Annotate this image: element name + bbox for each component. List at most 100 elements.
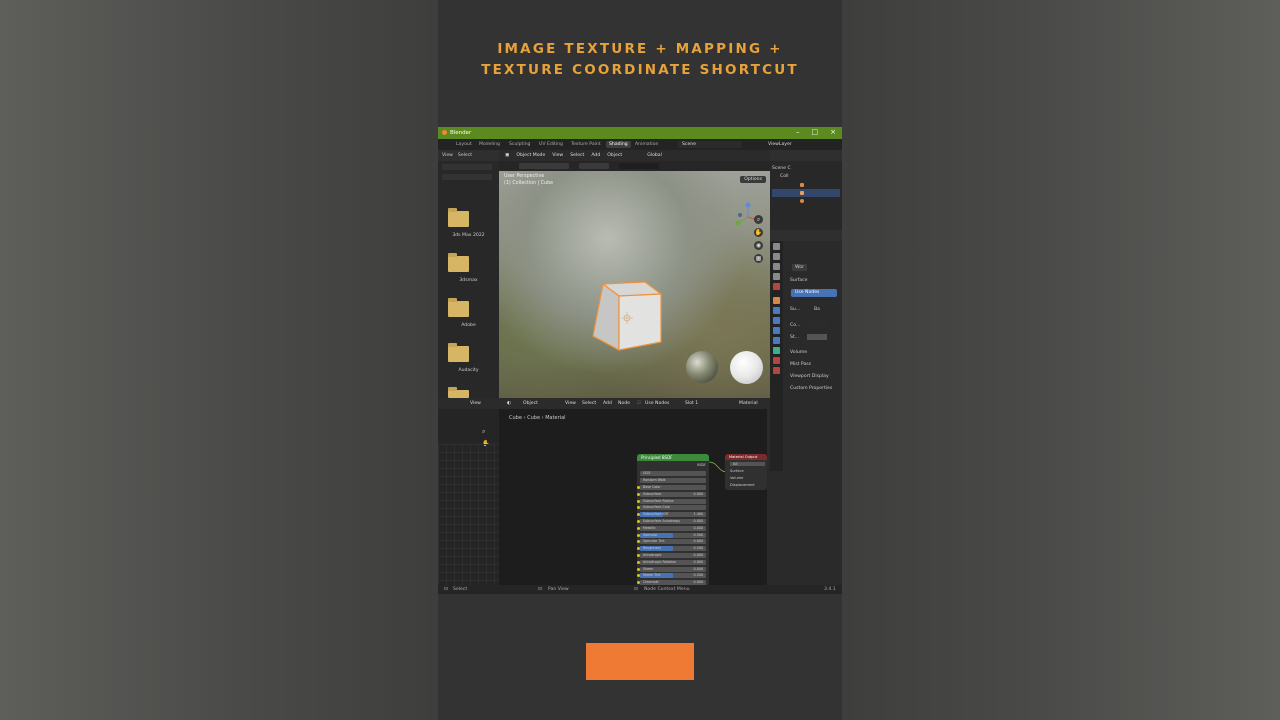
shader-node-editor[interactable]: ◐ Object View Select Add Node ☑ Use Node…	[499, 398, 770, 587]
select-mode-buttons[interactable]	[519, 163, 569, 169]
distribution-dropdown[interactable]: GGX	[640, 471, 706, 476]
tab-texture-paint[interactable]: Texture Paint	[571, 142, 601, 147]
editor-type-icon[interactable]: ▣	[505, 150, 509, 161]
bsdf-input-row[interactable]: Specular Tint 0.000	[637, 539, 706, 545]
target-dropdown[interactable]: All	[730, 462, 765, 466]
input-socket[interactable]	[637, 486, 640, 489]
bsdf-input-row[interactable]: Anisotropic Rotation 0.000	[637, 559, 706, 565]
viewport-scene[interactable]: User Perspective (1) Collection | Cube O…	[499, 171, 770, 398]
outliner-row-camera[interactable]	[772, 181, 840, 189]
texture-tab-icon[interactable]	[773, 367, 780, 374]
surface-section-label[interactable]: Surface	[790, 278, 808, 283]
outliner-row-collection[interactable]: Coll	[772, 173, 842, 181]
viewlayer-selector[interactable]: ViewLayer	[768, 141, 838, 148]
bsdf-input-row[interactable]: Sheen Tint 0.500	[637, 573, 706, 579]
image-editor-menu-view[interactable]: View	[470, 401, 481, 406]
subscribe-banner[interactable]	[586, 643, 694, 680]
maximize-icon[interactable]: □	[812, 128, 819, 136]
slot-dropdown[interactable]: Slot 1	[685, 398, 698, 409]
strength-field[interactable]	[807, 334, 827, 340]
zoom-icon[interactable]: ⌕	[482, 428, 485, 436]
section-custom-properties[interactable]: Custom Properties	[790, 386, 832, 391]
file-browser-menu-select[interactable]: Select	[458, 150, 472, 161]
bsdf-input-row[interactable]: Base Color	[637, 485, 706, 490]
tab-modeling[interactable]: Modeling	[479, 142, 500, 147]
scene-selector[interactable]: Scene	[678, 141, 742, 148]
world-tab-icon[interactable]	[773, 283, 780, 290]
tool-tab-icon[interactable]	[773, 243, 780, 250]
folder-icon[interactable]	[448, 208, 469, 227]
section-volume[interactable]: Volume	[790, 350, 807, 355]
constraints-tab-icon[interactable]	[773, 337, 780, 344]
object-tab-icon[interactable]	[773, 297, 780, 304]
tab-layout[interactable]: Layout	[456, 142, 472, 147]
3d-viewport[interactable]: ▣ Object Mode View Select Add Object Glo…	[499, 150, 770, 398]
node-editor-scrollbar[interactable]	[767, 409, 770, 587]
input-socket[interactable]	[637, 526, 640, 530]
view-layer-tab-icon[interactable]	[773, 273, 780, 280]
node-menu-select[interactable]: Select	[582, 398, 596, 409]
use-nodes-button[interactable]: Use Nodes	[791, 289, 837, 297]
bsdf-input-row[interactable]: Anisotropic 0.000	[637, 553, 706, 558]
folder-label[interactable]: 3dsmax	[438, 278, 499, 283]
object-dropdown[interactable]: Object	[523, 398, 538, 409]
outliner-row-scene-collection[interactable]: Scene C	[772, 165, 840, 173]
folder-label[interactable]: 3ds Max 2022	[438, 233, 499, 238]
grid-icon[interactable]: ▦	[754, 254, 763, 263]
folder-label[interactable]: Audacity	[438, 368, 499, 373]
bsdf-input-row[interactable]: Subsurface 0.000	[637, 491, 706, 497]
section-mist-pass[interactable]: Mist Pass	[790, 362, 811, 367]
transform-orientation[interactable]: Global	[647, 150, 662, 161]
node-menu-view[interactable]: View	[565, 398, 576, 409]
tab-sculpting[interactable]: Sculpting	[509, 142, 530, 147]
bsdf-input-row[interactable]: Sheen 0.000	[637, 566, 706, 572]
minimize-icon[interactable]: –	[796, 128, 800, 136]
input-socket[interactable]	[637, 492, 640, 496]
bsdf-input-row[interactable]: Subsurface IOR 1.400	[637, 512, 706, 518]
data-tab-icon[interactable]	[773, 347, 780, 354]
surface-shader-value[interactable]: Ba	[814, 307, 820, 312]
use-nodes-checkbox[interactable]: ☑	[637, 398, 641, 409]
bsdf-input-row[interactable]: Roughness 0.500	[637, 546, 706, 552]
section-viewport-display[interactable]: Viewport Display	[790, 374, 829, 379]
folder-label[interactable]: Adobe	[438, 323, 499, 328]
input-socket[interactable]	[637, 567, 640, 571]
node-menu-node[interactable]: Node	[618, 398, 630, 409]
viewport-menu-object[interactable]: Object	[607, 150, 622, 161]
subsurface-method-dropdown[interactable]: Random Walk	[640, 478, 706, 483]
bsdf-input-row[interactable]: Metallic 0.000	[637, 525, 706, 531]
bsdf-input-row[interactable]: Subsurface Radius	[637, 498, 706, 504]
zoom-icon[interactable]: ⌕	[754, 215, 763, 224]
world-name-field[interactable]: Wor	[792, 264, 807, 271]
principled-bsdf-node[interactable]: Principled BSDF BSDF GGX Random Walk Bas…	[637, 454, 709, 587]
close-icon[interactable]: ×	[830, 128, 836, 136]
modifier-tab-icon[interactable]	[773, 307, 780, 314]
folder-icon[interactable]	[448, 298, 469, 317]
input-socket[interactable]	[637, 520, 640, 523]
folder-icon[interactable]	[448, 253, 469, 272]
input-socket[interactable]	[637, 533, 640, 537]
input-socket[interactable]	[637, 560, 640, 564]
viewport-menu-view[interactable]: View	[552, 150, 563, 161]
tab-animation[interactable]: Animation	[635, 142, 658, 147]
editor-type-icon[interactable]: ◐	[507, 398, 511, 409]
input-socket[interactable]	[637, 499, 640, 503]
render-tab-icon[interactable]	[773, 253, 780, 260]
bsdf-input-row[interactable]: Subsurface Colo	[637, 505, 706, 511]
physics-tab-icon[interactable]	[773, 327, 780, 334]
camera-icon[interactable]: ◉	[754, 241, 763, 250]
node-menu-add[interactable]: Add	[603, 398, 612, 409]
viewport-menu-add[interactable]: Add	[591, 150, 600, 161]
material-tab-icon[interactable]	[773, 357, 780, 364]
folder-icon[interactable]	[448, 343, 469, 362]
color-field[interactable]	[807, 322, 827, 328]
output-tab-icon[interactable]	[773, 263, 780, 270]
outliner-row-cube[interactable]	[772, 189, 840, 197]
nav-arrows[interactable]	[442, 164, 492, 170]
pan-hand-icon[interactable]: ✋	[754, 228, 763, 237]
search-filter-bar[interactable]	[442, 174, 492, 180]
search-input[interactable]	[619, 163, 659, 169]
cube-object[interactable]	[591, 280, 665, 354]
tab-uv-editing[interactable]: UV Editing	[539, 142, 563, 147]
mode-dropdown[interactable]: Object Mode	[516, 150, 545, 161]
